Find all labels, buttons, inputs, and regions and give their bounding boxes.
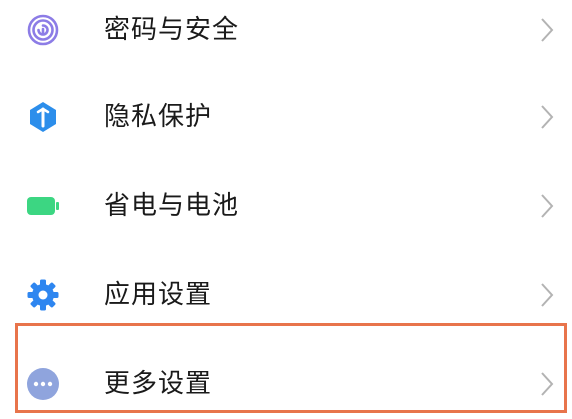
more-dots-icon: [25, 366, 61, 402]
settings-item-label: 应用设置: [104, 280, 213, 310]
battery-icon: [25, 188, 61, 224]
settings-item-more-settings[interactable]: 更多设置: [0, 354, 572, 414]
settings-item-label: 密码与安全: [104, 15, 240, 45]
fingerprint-icon: [25, 12, 61, 48]
settings-item-label: 隐私保护: [104, 102, 213, 132]
chevron-right-icon: [540, 17, 554, 43]
shield-icon: [25, 99, 61, 135]
settings-item-label: 省电与电池: [104, 191, 240, 221]
chevron-right-icon: [540, 282, 554, 308]
chevron-right-icon: [540, 193, 554, 219]
gear-icon: [25, 277, 61, 313]
settings-item-app-settings[interactable]: 应用设置: [0, 265, 572, 325]
settings-item-password-security[interactable]: 密码与安全: [0, 0, 572, 60]
settings-item-privacy[interactable]: 隐私保护: [0, 87, 572, 147]
settings-item-label: 更多设置: [104, 369, 213, 399]
chevron-right-icon: [540, 371, 554, 397]
settings-item-battery[interactable]: 省电与电池: [0, 176, 572, 236]
chevron-right-icon: [540, 104, 554, 130]
settings-list: 密码与安全 隐私保护 省电与电池 应用设置 更多设置: [0, 0, 572, 419]
